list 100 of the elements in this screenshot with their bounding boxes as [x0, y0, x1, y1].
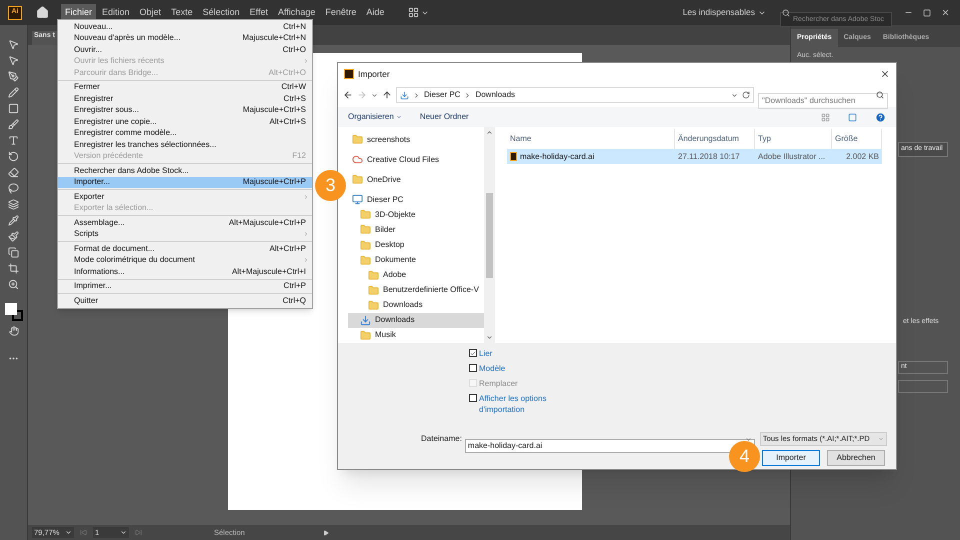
menu-title[interactable]: Aide: [362, 4, 388, 22]
caret-icon[interactable]: [731, 92, 738, 98]
menu-title[interactable]: Edition: [98, 4, 134, 22]
home-icon[interactable]: [36, 6, 49, 19]
folder-icon: [360, 209, 371, 220]
menu-item[interactable]: Enregistrer sous... Majuscule+Ctrl+S: [58, 104, 312, 116]
menu-item[interactable]: Enregistrer Ctrl+S: [58, 93, 312, 104]
shortcut-label: Ctrl+Q: [282, 294, 306, 307]
brush-icon[interactable]: [8, 119, 19, 130]
menu-title[interactable]: Sélection: [198, 4, 244, 22]
eraser-icon[interactable]: [8, 167, 19, 178]
breadcrumb[interactable]: Dieser PC: [424, 89, 460, 101]
dialog-button[interactable]: Abbrechen: [827, 450, 885, 466]
menu-item[interactable]: Nouveau d'après un modèle... Majuscule+Ctrl+N: [58, 32, 312, 44]
menu-item[interactable]: Importer... Majuscule+Ctrl+P: [58, 176, 312, 188]
nav-item[interactable]: Downloads: [348, 298, 484, 313]
pen-icon[interactable]: [8, 71, 19, 82]
file-row[interactable]: make-holiday-card.ai 27.11.2018 10:17 Adobe Illustrator ... 2.002 KB: [507, 149, 882, 164]
history-caret-icon[interactable]: [371, 92, 378, 98]
menu-item[interactable]: Scripts: [58, 228, 312, 240]
breadcrumb[interactable]: Downloads: [475, 89, 516, 101]
shortcut-label: Ctrl+O: [282, 44, 306, 56]
menu-item[interactable]: Nouveau... Ctrl+N: [58, 21, 312, 32]
scrollbar-thumb[interactable]: [486, 192, 493, 278]
menu-item[interactable]: Enregistrer les tranches sélectionnées...: [58, 139, 312, 150]
maximize-icon[interactable]: [923, 8, 931, 16]
direct-selection-icon[interactable]: [8, 39, 19, 50]
back-icon[interactable]: [343, 90, 353, 100]
nav-item[interactable]: Benutzerdefinierte Office-V: [348, 282, 484, 298]
lasso-icon[interactable]: [8, 183, 19, 194]
new-folder-button[interactable]: Neuer Ordner: [420, 111, 469, 123]
nav-item[interactable]: Desktop: [348, 237, 484, 253]
menu-title[interactable]: Affichage: [274, 4, 320, 22]
checkbox-label[interactable]: Modèle: [479, 363, 559, 374]
layers-icon[interactable]: [8, 199, 19, 210]
menu-item[interactable]: Assemblage... Alt+Majuscule+Ctrl+P: [58, 217, 312, 228]
checkbox[interactable]: [469, 394, 477, 402]
view-options-icon[interactable]: [821, 112, 830, 122]
menu-item[interactable]: Informations... Alt+Majuscule+Ctrl+I: [58, 266, 312, 278]
dialog-button[interactable]: Importer: [762, 450, 820, 466]
nav-item[interactable]: Adobe: [348, 268, 484, 283]
refresh-icon[interactable]: [742, 91, 750, 99]
nav-item[interactable]: 3D-Objekte: [348, 207, 484, 222]
menu-item[interactable]: Format de document... Alt+Ctrl+P: [58, 243, 312, 254]
nav-item[interactable]: Creative Cloud Files: [348, 152, 484, 168]
menu-item[interactable]: Imprimer... Ctrl+P: [58, 280, 312, 292]
nav-item[interactable]: Dieser PC: [348, 192, 484, 208]
workspace-switcher[interactable]: Les indispensables: [682, 6, 766, 19]
fill-stroke-swatch[interactable]: [4, 303, 22, 321]
eyedropper-icon[interactable]: [8, 215, 19, 226]
scrollbar[interactable]: [484, 127, 495, 343]
nav-item[interactable]: Musik: [348, 328, 484, 343]
menu-item[interactable]: Quitter Ctrl+Q: [58, 295, 312, 306]
search-field[interactable]: "Downloads" durchsuchen: [758, 92, 888, 108]
type-icon[interactable]: [8, 135, 19, 146]
checkbox[interactable]: [469, 364, 477, 372]
menu-item[interactable]: Ouvrir... Ctrl+O: [58, 44, 312, 56]
scroll-down-icon[interactable]: [486, 334, 493, 341]
close-icon[interactable]: [880, 69, 890, 79]
menu-item[interactable]: Rechercher dans Adobe Stock...: [58, 165, 312, 176]
layout-icon[interactable]: [408, 7, 420, 18]
organize-menu[interactable]: Organisieren: [348, 111, 402, 123]
preview-pane-icon[interactable]: [848, 112, 857, 122]
nav-label: Creative Cloud Files: [367, 154, 440, 166]
copy-icon[interactable]: [8, 247, 19, 258]
caret-icon[interactable]: [744, 436, 752, 443]
nav-item[interactable]: Dokumente: [348, 252, 484, 268]
nav-item[interactable]: OneDrive: [348, 172, 484, 188]
checkbox-label[interactable]: Afficher les options d'importation: [479, 393, 559, 415]
checkbox[interactable]: [469, 349, 477, 357]
selection-icon[interactable]: [8, 55, 19, 66]
play-icon[interactable]: [322, 530, 329, 536]
crop-icon[interactable]: [8, 263, 19, 274]
menu-title[interactable]: Objet: [136, 4, 166, 22]
rotate-icon[interactable]: [8, 151, 19, 162]
menu-item[interactable]: Exporter: [58, 191, 312, 202]
paintbrush-icon[interactable]: [8, 231, 19, 242]
menu-title[interactable]: Fenêtre: [321, 4, 360, 22]
hand-icon[interactable]: [8, 326, 18, 336]
zoom-icon[interactable]: [8, 279, 19, 290]
menu-item[interactable]: Enregistrer une copie... Alt+Ctrl+S: [58, 116, 312, 128]
menu-item[interactable]: Mode colorimétrique du document: [58, 254, 312, 266]
menu-title[interactable]: Texte: [167, 4, 197, 22]
menu-title[interactable]: Effet: [246, 4, 272, 22]
computer-icon: [352, 194, 363, 206]
up-icon[interactable]: [382, 90, 392, 100]
close-icon[interactable]: [941, 8, 950, 17]
nav-item[interactable]: screenshots: [348, 132, 484, 148]
address-bar[interactable]: Dieser PC Downloads: [396, 87, 754, 103]
nav-item[interactable]: Bilder: [348, 222, 484, 238]
menu-item[interactable]: Enregistrer comme modèle...: [58, 128, 312, 139]
panel-field[interactable]: [898, 380, 948, 393]
menu-item[interactable]: Fermer Ctrl+W: [58, 82, 312, 93]
nav-label: 3D-Objekte: [375, 208, 416, 221]
pencil-icon[interactable]: [8, 87, 19, 98]
checkbox-label[interactable]: Lier: [479, 348, 559, 359]
rectangle-icon[interactable]: [8, 103, 19, 114]
scroll-up-icon[interactable]: [486, 129, 493, 136]
nav-item[interactable]: Downloads: [348, 312, 484, 328]
help-icon[interactable]: [875, 112, 886, 122]
